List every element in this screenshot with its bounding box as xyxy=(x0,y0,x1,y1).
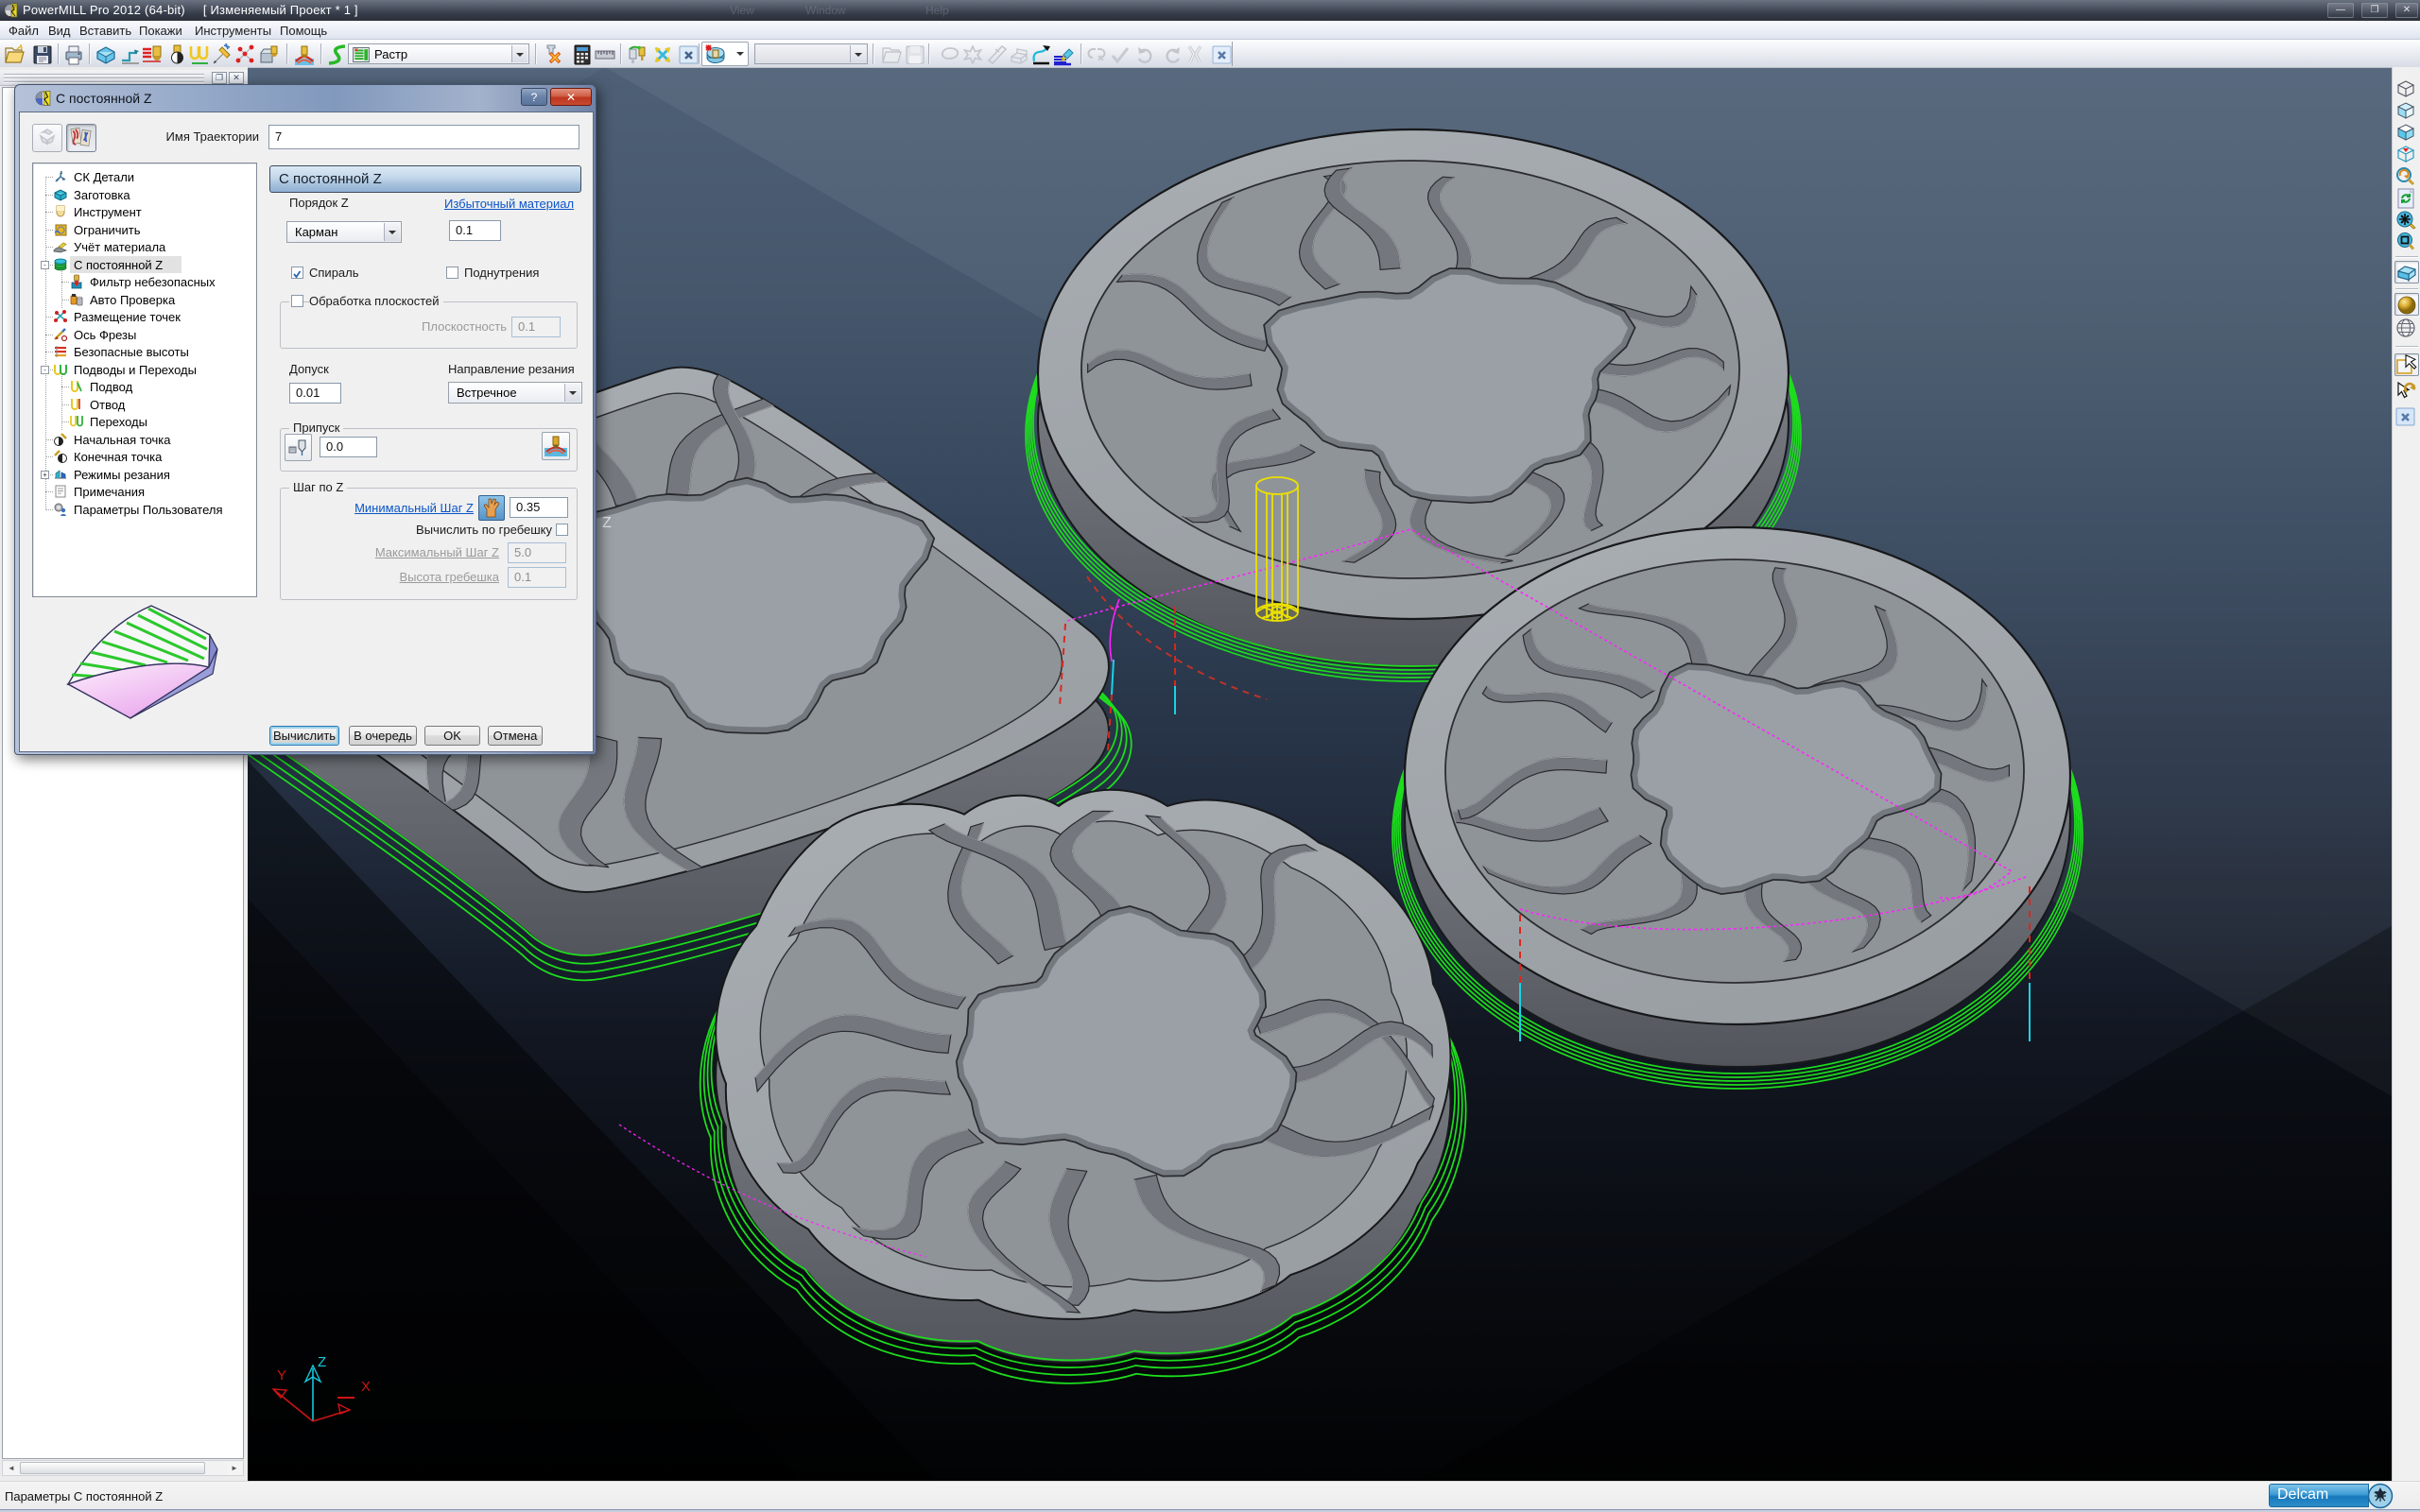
svg-text:X: X xyxy=(361,1379,371,1395)
svg-text:Y: Y xyxy=(277,1367,286,1383)
svg-text:Z: Z xyxy=(602,515,612,531)
svg-text:Z: Z xyxy=(318,1354,326,1370)
